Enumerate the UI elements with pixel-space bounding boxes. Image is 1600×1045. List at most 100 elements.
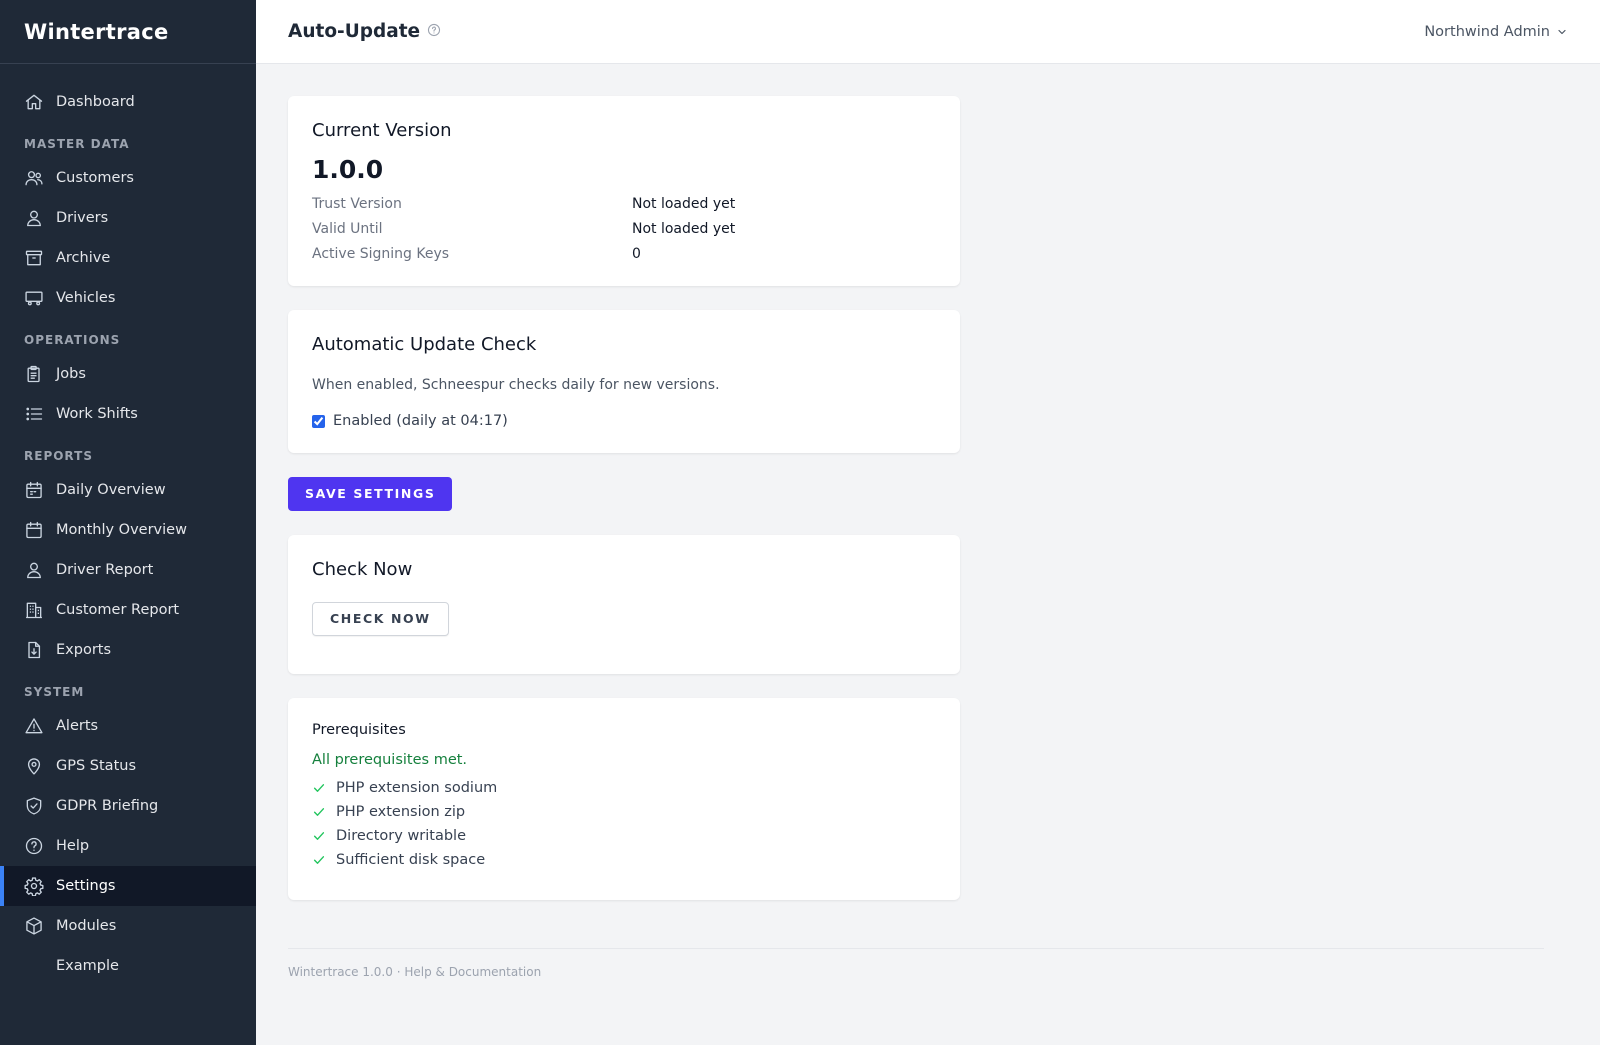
version-number: 1.0.0 (312, 155, 384, 184)
sidebar-item-alerts[interactable]: Alerts (0, 706, 256, 746)
sidebar-item-vehicles[interactable]: Vehicles (0, 278, 256, 318)
footer-version: Wintertrace 1.0.0 (288, 965, 393, 979)
sidebar-item-jobs[interactable]: Jobs (0, 354, 256, 394)
info-label: Trust Version (312, 196, 402, 212)
top-header: Auto-Update Northwind Admin (256, 0, 1600, 64)
sidebar-item-dashboard[interactable]: Dashboard (0, 82, 256, 122)
card-title: Prerequisites (312, 722, 406, 738)
sidebar-item-label: Daily Overview (56, 482, 166, 498)
sidebar-item-label: Archive (56, 250, 111, 266)
prerequisite-label: PHP extension sodium (336, 780, 498, 796)
sidebar-nav: Dashboard MASTER DATA Customers Drivers … (0, 64, 256, 986)
sidebar-item-label: Jobs (56, 366, 86, 382)
info-label: Active Signing Keys (312, 246, 450, 262)
sidebar-item-gdpr-briefing[interactable]: GDPR Briefing (0, 786, 256, 826)
sidebar-item-work-shifts[interactable]: Work Shifts (0, 394, 256, 434)
card-title: Current Version (312, 120, 452, 141)
page-footer: Wintertrace 1.0.0 · Help & Documentation (288, 948, 1544, 979)
sidebar-item-drivers[interactable]: Drivers (0, 198, 256, 238)
enabled-checkbox-row[interactable]: Enabled (daily at 04:17) (312, 413, 936, 429)
warning-icon (24, 716, 44, 736)
sidebar-item-customer-report[interactable]: Customer Report (0, 590, 256, 630)
info-value: Not loaded yet (632, 221, 736, 237)
calendar-icon (24, 520, 44, 540)
question-circle-icon (24, 836, 44, 856)
check-icon (312, 853, 326, 867)
prerequisites-status: All prerequisites met. (312, 752, 468, 768)
footer-separator: · (392, 965, 405, 979)
current-version-card: Current Version 1.0.0 Trust Version Not … (288, 96, 960, 286)
sidebar-item-label: GPS Status (56, 758, 136, 774)
main-content: Current Version 1.0.0 Trust Version Not … (256, 64, 1600, 1045)
sidebar-item-monthly-overview[interactable]: Monthly Overview (0, 510, 256, 550)
sidebar: Wintertrace Dashboard MASTER DATA Custom… (0, 0, 256, 1045)
sidebar-item-exports[interactable]: Exports (0, 630, 256, 670)
sidebar-item-label: GDPR Briefing (56, 798, 159, 814)
section-title-master-data: MASTER DATA (24, 137, 130, 151)
card-title: Check Now (312, 559, 413, 580)
sidebar-item-label: Drivers (56, 210, 109, 226)
user-icon (24, 560, 44, 580)
users-icon (24, 168, 44, 188)
auto-update-check-card: Automatic Update Check When enabled, Sch… (288, 310, 960, 453)
help-circle-icon[interactable] (427, 23, 441, 37)
info-label: Valid Until (312, 221, 383, 237)
sidebar-item-label: Help (56, 838, 90, 854)
sidebar-item-settings[interactable]: Settings (0, 866, 256, 906)
sidebar-item-example[interactable]: Example (0, 946, 256, 986)
sidebar-item-label: Alerts (56, 718, 99, 734)
info-row: Trust Version Not loaded yet (312, 196, 936, 212)
building-icon (24, 600, 44, 620)
prerequisite-label: Directory writable (336, 828, 467, 844)
save-settings-button[interactable]: SAVE SETTINGS (288, 477, 453, 511)
sidebar-item-customers[interactable]: Customers (0, 158, 256, 198)
sidebar-item-label: Driver Report (56, 562, 154, 578)
sidebar-item-driver-report[interactable]: Driver Report (0, 550, 256, 590)
sidebar-item-gps-status[interactable]: GPS Status (0, 746, 256, 786)
user-icon (24, 208, 44, 228)
list-item: Sufficient disk space (312, 848, 936, 872)
section-title-system: SYSTEM (24, 685, 85, 699)
archive-icon (24, 248, 44, 268)
sidebar-item-label: Example (56, 958, 119, 974)
enabled-checkbox[interactable] (312, 414, 325, 428)
sidebar-item-label: Settings (56, 878, 116, 894)
check-icon (312, 829, 326, 843)
calendar-icon (24, 480, 44, 500)
sidebar-item-archive[interactable]: Archive (0, 238, 256, 278)
help-documentation-link[interactable]: Help & Documentation (404, 965, 541, 979)
sidebar-item-label: Work Shifts (56, 406, 138, 422)
prerequisite-label: Sufficient disk space (336, 852, 486, 868)
prerequisites-card: Prerequisites All prerequisites met. PHP… (288, 698, 960, 900)
sidebar-item-label: Customer Report (56, 602, 180, 618)
info-value: Not loaded yet (632, 196, 736, 212)
checkbox-label: Enabled (daily at 04:17) (333, 413, 508, 429)
sidebar-item-modules[interactable]: Modules (0, 906, 256, 946)
sidebar-item-label: Dashboard (56, 94, 135, 110)
section-title-operations: OPERATIONS (24, 333, 121, 347)
truck-icon (24, 288, 44, 308)
sidebar-item-daily-overview[interactable]: Daily Overview (0, 470, 256, 510)
info-value: 0 (632, 246, 641, 262)
chevron-down-icon (1556, 26, 1568, 38)
user-menu[interactable]: Northwind Admin (1424, 24, 1568, 40)
list-icon (24, 404, 44, 424)
prerequisite-label: PHP extension zip (336, 804, 466, 820)
sidebar-item-label: Modules (56, 918, 117, 934)
check-now-card: Check Now CHECK NOW (288, 535, 960, 674)
check-now-button[interactable]: CHECK NOW (312, 602, 449, 636)
card-description: When enabled, Schneespur checks daily fo… (312, 377, 720, 393)
card-title: Automatic Update Check (312, 334, 537, 355)
file-download-icon (24, 640, 44, 660)
home-icon (24, 92, 44, 112)
prerequisites-list: PHP extension sodium PHP extension zip D… (312, 776, 936, 872)
list-item: PHP extension zip (312, 800, 936, 824)
sidebar-item-label: Vehicles (56, 290, 116, 306)
sidebar-item-label: Customers (56, 170, 134, 186)
shield-check-icon (24, 796, 44, 816)
gear-icon (24, 876, 44, 896)
check-icon (312, 781, 326, 795)
clipboard-icon (24, 364, 44, 384)
brand-logo[interactable]: Wintertrace (0, 0, 256, 64)
sidebar-item-help[interactable]: Help (0, 826, 256, 866)
